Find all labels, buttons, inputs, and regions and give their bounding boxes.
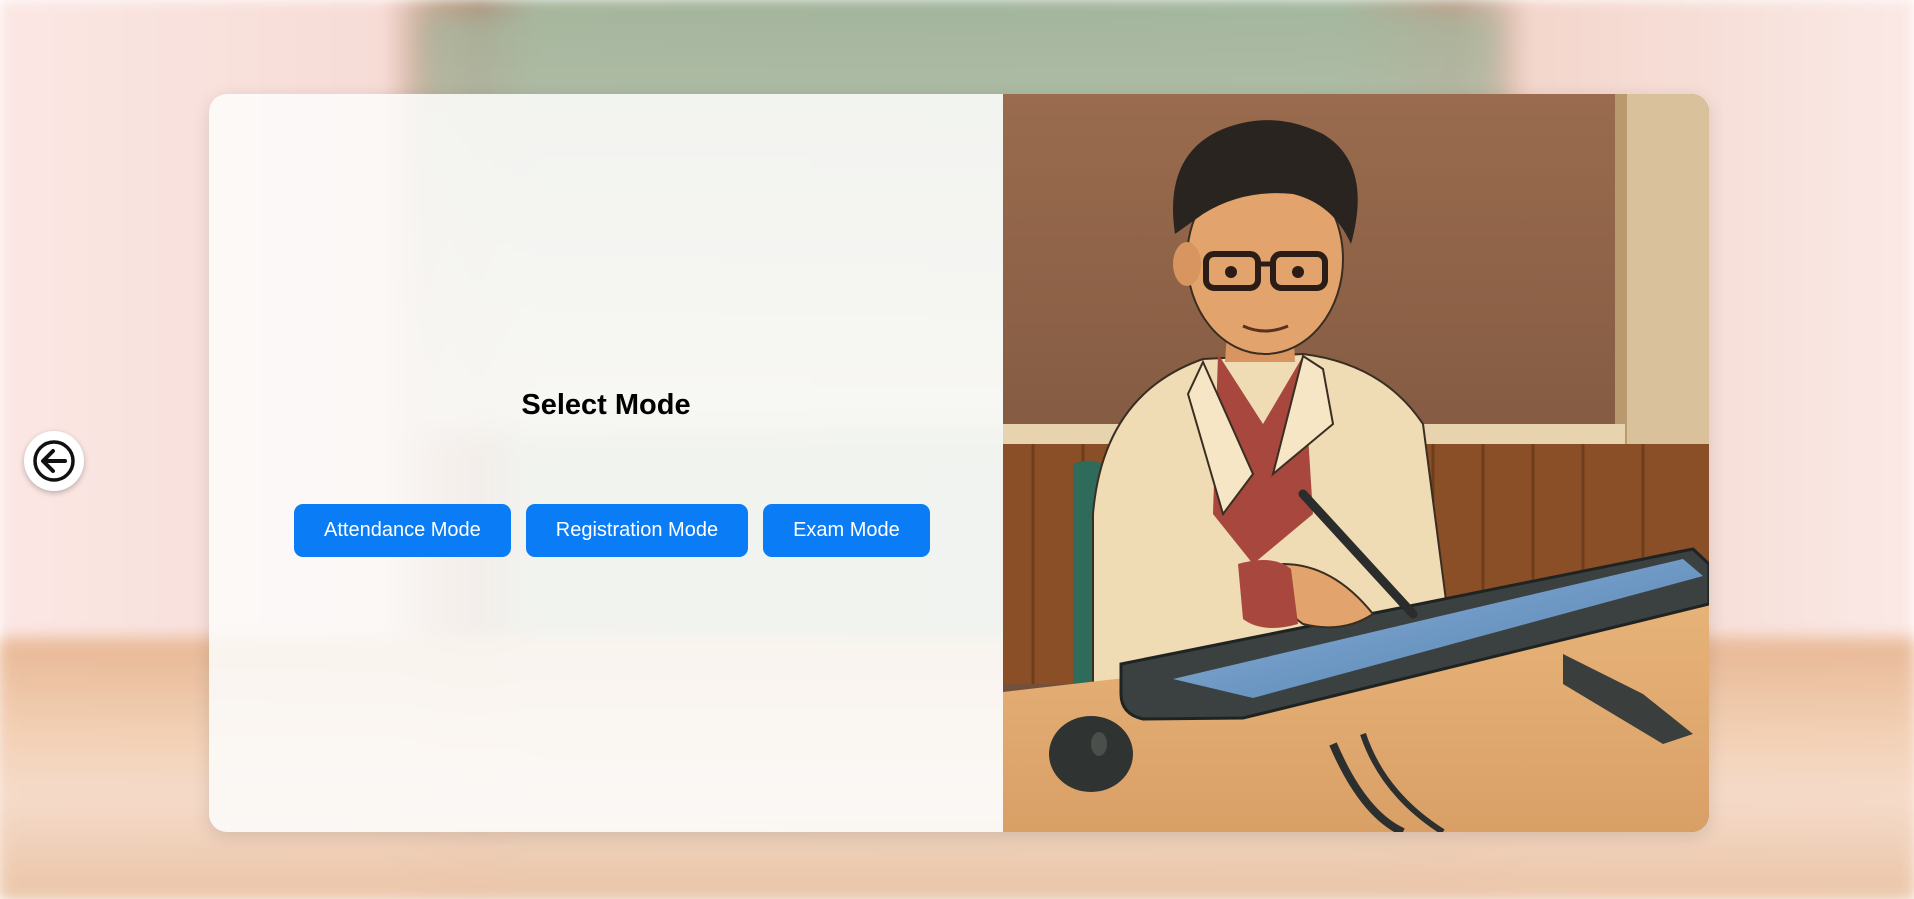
attendance-mode-button[interactable]: Attendance Mode (294, 504, 511, 557)
mode-selection-panel: Select Mode Attendance Mode Registration… (209, 94, 1003, 832)
registration-mode-button[interactable]: Registration Mode (525, 504, 749, 557)
teacher-at-drawing-tablet-illustration (1003, 94, 1709, 832)
back-button[interactable] (24, 431, 84, 491)
mode-button-group: Attendance Mode Registration Mode Exam M… (294, 504, 930, 557)
page-title: Select Mode (521, 389, 691, 421)
exam-mode-button[interactable]: Exam Mode (763, 504, 930, 557)
teacher-illustration (1003, 94, 1709, 832)
arrow-left-circle-icon (33, 440, 75, 482)
mode-selection-card: Select Mode Attendance Mode Registration… (209, 94, 1709, 832)
